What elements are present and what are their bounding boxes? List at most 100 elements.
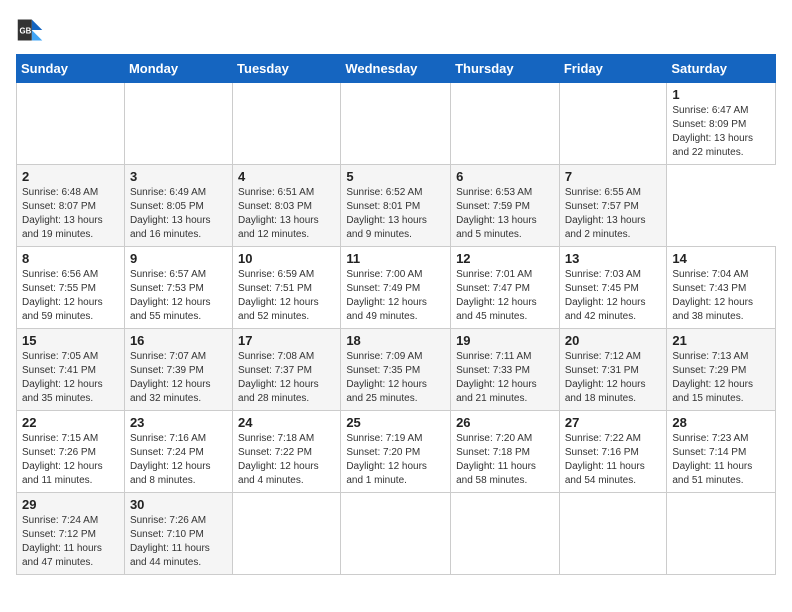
day-info: Sunrise: 6:53 AMSunset: 7:59 PMDaylight:… xyxy=(456,186,554,242)
logo-icon: GB xyxy=(16,16,44,44)
calendar-cell: 11Sunrise: 7:00 AMSunset: 7:49 PMDayligh… xyxy=(341,247,451,329)
calendar-week-row: 29Sunrise: 7:24 AMSunset: 7:12 PMDayligh… xyxy=(17,493,776,575)
day-number: 25 xyxy=(346,415,445,430)
calendar-cell: 10 Sunrise: 6:59 AMSunset: 7:51 PMDayligh… xyxy=(233,247,341,329)
day-info: Sunrise: 6:57 AMSunset: 7:53 PMDaylight:… xyxy=(130,268,227,324)
calendar-cell xyxy=(559,493,667,575)
day-info: Sunrise: 7:04 AMSunset: 7:43 PMDaylight:… xyxy=(672,268,770,324)
calendar-cell: 2Sunrise: 6:48 AMSunset: 8:07 PMDaylight… xyxy=(17,165,125,247)
calendar-cell xyxy=(451,83,560,165)
day-info: Sunrise: 7:19 AMSunset: 7:20 PMDaylight:… xyxy=(346,432,445,488)
day-info: Sunrise: 7:20 AMSunset: 7:18 PMDaylight:… xyxy=(456,432,554,488)
day-of-week-header: Monday xyxy=(124,55,232,83)
calendar-header-row: SundayMondayTuesdayWednesdayThursdayFrid… xyxy=(17,55,776,83)
day-number: 13 xyxy=(565,251,662,266)
day-number: 19 xyxy=(456,333,554,348)
calendar-week-row: 1 Sunrise: 6:47 AMSunset: 8:09 PMDaylight… xyxy=(17,83,776,165)
calendar-cell xyxy=(451,493,560,575)
calendar-week-row: 22 Sunrise: 7:15 AMSunset: 7:26 PMDayligh… xyxy=(17,411,776,493)
day-info: Sunrise: 6:48 AMSunset: 8:07 PMDaylight:… xyxy=(22,186,119,242)
svg-text:GB: GB xyxy=(20,27,32,36)
day-number: 11 xyxy=(346,251,445,266)
calendar-cell: 24 Sunrise: 7:18 AMSunset: 7:22 PMDayligh… xyxy=(233,411,341,493)
day-info: Sunrise: 7:15 AMSunset: 7:26 PMDaylight:… xyxy=(22,432,119,488)
calendar-cell: 7 Sunrise: 6:55 AMSunset: 7:57 PMDaylight… xyxy=(559,165,667,247)
calendar-week-row: 15Sunrise: 7:05 AMSunset: 7:41 PMDayligh… xyxy=(17,329,776,411)
day-number: 16 xyxy=(130,333,227,348)
calendar-cell: 18Sunrise: 7:09 AMSunset: 7:35 PMDayligh… xyxy=(341,329,451,411)
day-number: 21 xyxy=(672,333,770,348)
day-info: Sunrise: 7:01 AMSunset: 7:47 PMDaylight:… xyxy=(456,268,554,324)
day-info: Sunrise: 7:18 AMSunset: 7:22 PMDaylight:… xyxy=(238,432,335,488)
calendar-cell: 28 Sunrise: 7:23 AMSunset: 7:14 PMDayligh… xyxy=(667,411,776,493)
day-of-week-header: Friday xyxy=(559,55,667,83)
calendar-cell: 26 Sunrise: 7:20 AMSunset: 7:18 PMDayligh… xyxy=(451,411,560,493)
calendar-cell: 17 Sunrise: 7:08 AMSunset: 7:37 PMDayligh… xyxy=(233,329,341,411)
day-info: Sunrise: 7:08 AMSunset: 7:37 PMDaylight:… xyxy=(238,350,335,406)
calendar-cell: 30 Sunrise: 7:26 AMSunset: 7:10 PMDayligh… xyxy=(124,493,232,575)
calendar-cell: 15Sunrise: 7:05 AMSunset: 7:41 PMDayligh… xyxy=(17,329,125,411)
calendar-cell: 4 Sunrise: 6:51 AMSunset: 8:03 PMDaylight… xyxy=(233,165,341,247)
logo: GB xyxy=(16,16,52,44)
calendar-cell: 20 Sunrise: 7:12 AMSunset: 7:31 PMDayligh… xyxy=(559,329,667,411)
day-number: 17 xyxy=(238,333,335,348)
day-number: 1 xyxy=(672,87,770,102)
day-number: 24 xyxy=(238,415,335,430)
calendar-week-row: 2Sunrise: 6:48 AMSunset: 8:07 PMDaylight… xyxy=(17,165,776,247)
day-number: 10 xyxy=(238,251,335,266)
day-number: 15 xyxy=(22,333,119,348)
day-info: Sunrise: 7:11 AMSunset: 7:33 PMDaylight:… xyxy=(456,350,554,406)
day-info: Sunrise: 7:07 AMSunset: 7:39 PMDaylight:… xyxy=(130,350,227,406)
day-number: 14 xyxy=(672,251,770,266)
calendar-cell: 12 Sunrise: 7:01 AMSunset: 7:47 PMDayligh… xyxy=(451,247,560,329)
calendar-week-row: 8 Sunrise: 6:56 AMSunset: 7:55 PMDaylight… xyxy=(17,247,776,329)
calendar-cell xyxy=(124,83,232,165)
calendar-cell: 22 Sunrise: 7:15 AMSunset: 7:26 PMDayligh… xyxy=(17,411,125,493)
day-info: Sunrise: 7:24 AMSunset: 7:12 PMDaylight:… xyxy=(22,514,119,570)
calendar-cell xyxy=(341,83,451,165)
calendar-cell: 16 Sunrise: 7:07 AMSunset: 7:39 PMDayligh… xyxy=(124,329,232,411)
calendar-cell: 25 Sunrise: 7:19 AMSunset: 7:20 PMDayligh… xyxy=(341,411,451,493)
calendar-cell: 8 Sunrise: 6:56 AMSunset: 7:55 PMDaylight… xyxy=(17,247,125,329)
day-info: Sunrise: 6:47 AMSunset: 8:09 PMDaylight:… xyxy=(672,104,770,160)
day-info: Sunrise: 7:09 AMSunset: 7:35 PMDaylight:… xyxy=(346,350,445,406)
calendar-cell: 1 Sunrise: 6:47 AMSunset: 8:09 PMDaylight… xyxy=(667,83,776,165)
day-info: Sunrise: 6:56 AMSunset: 7:55 PMDaylight:… xyxy=(22,268,119,324)
day-info: Sunrise: 6:59 AMSunset: 7:51 PMDaylight:… xyxy=(238,268,335,324)
page-header: GB xyxy=(16,16,776,44)
calendar-cell: 29Sunrise: 7:24 AMSunset: 7:12 PMDayligh… xyxy=(17,493,125,575)
day-number: 22 xyxy=(22,415,119,430)
day-number: 26 xyxy=(456,415,554,430)
calendar-cell xyxy=(667,493,776,575)
day-number: 12 xyxy=(456,251,554,266)
day-number: 8 xyxy=(22,251,119,266)
day-of-week-header: Saturday xyxy=(667,55,776,83)
day-info: Sunrise: 7:26 AMSunset: 7:10 PMDaylight:… xyxy=(130,514,227,570)
day-info: Sunrise: 7:23 AMSunset: 7:14 PMDaylight:… xyxy=(672,432,770,488)
day-number: 23 xyxy=(130,415,227,430)
day-number: 20 xyxy=(565,333,662,348)
calendar-cell: 3Sunrise: 6:49 AMSunset: 8:05 PMDaylight… xyxy=(124,165,232,247)
day-of-week-header: Thursday xyxy=(451,55,560,83)
calendar-cell xyxy=(233,83,341,165)
day-info: Sunrise: 7:22 AMSunset: 7:16 PMDaylight:… xyxy=(565,432,662,488)
calendar-cell: 21 Sunrise: 7:13 AMSunset: 7:29 PMDayligh… xyxy=(667,329,776,411)
day-info: Sunrise: 7:13 AMSunset: 7:29 PMDaylight:… xyxy=(672,350,770,406)
calendar-cell: 14 Sunrise: 7:04 AMSunset: 7:43 PMDayligh… xyxy=(667,247,776,329)
day-number: 4 xyxy=(238,169,335,184)
day-info: Sunrise: 6:52 AMSunset: 8:01 PMDaylight:… xyxy=(346,186,445,242)
day-info: Sunrise: 6:55 AMSunset: 7:57 PMDaylight:… xyxy=(565,186,662,242)
day-info: Sunrise: 7:12 AMSunset: 7:31 PMDaylight:… xyxy=(565,350,662,406)
day-number: 28 xyxy=(672,415,770,430)
day-of-week-header: Tuesday xyxy=(233,55,341,83)
day-number: 30 xyxy=(130,497,227,512)
day-info: Sunrise: 7:03 AMSunset: 7:45 PMDaylight:… xyxy=(565,268,662,324)
day-info: Sunrise: 6:51 AMSunset: 8:03 PMDaylight:… xyxy=(238,186,335,242)
day-number: 6 xyxy=(456,169,554,184)
calendar-cell: 6 Sunrise: 6:53 AMSunset: 7:59 PMDaylight… xyxy=(451,165,560,247)
calendar-cell: 19 Sunrise: 7:11 AMSunset: 7:33 PMDayligh… xyxy=(451,329,560,411)
day-info: Sunrise: 7:16 AMSunset: 7:24 PMDaylight:… xyxy=(130,432,227,488)
day-of-week-header: Wednesday xyxy=(341,55,451,83)
calendar-cell xyxy=(17,83,125,165)
day-number: 7 xyxy=(565,169,662,184)
